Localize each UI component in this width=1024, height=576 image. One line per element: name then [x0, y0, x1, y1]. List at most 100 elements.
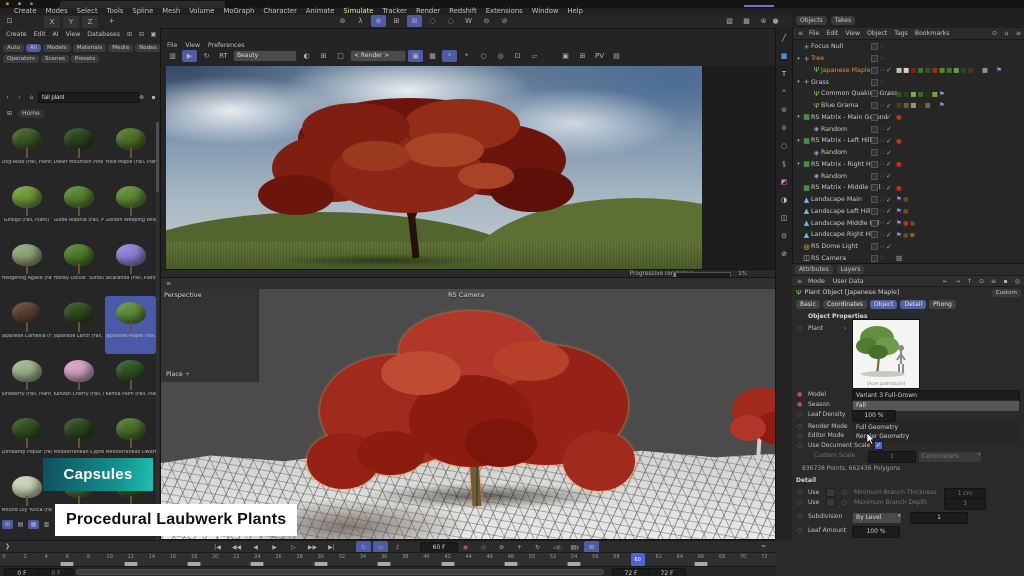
render-view-icon[interactable]: *: [442, 50, 457, 62]
filter-tab[interactable]: Media: [108, 44, 133, 52]
visibility-dots[interactable]: ::: [880, 114, 885, 120]
render-view-menu-item[interactable]: View: [185, 42, 200, 49]
object-tag[interactable]: ●: [903, 196, 909, 203]
enabled-check[interactable]: ✓: [886, 207, 892, 215]
anim-dot[interactable]: ○: [797, 442, 802, 449]
layer-checkbox[interactable]: [871, 231, 878, 238]
render-view-icon[interactable]: RT: [216, 50, 231, 62]
visibility-dots[interactable]: ::: [880, 44, 885, 50]
attr-hamburger-icon[interactable]: ≡: [794, 277, 805, 286]
maple-tree-viewport[interactable]: [301, 293, 641, 508]
visibility-dots[interactable]: ::: [880, 197, 885, 203]
attr-header-icon[interactable]: ←: [940, 277, 951, 286]
attr-header-icon[interactable]: ⊙: [976, 277, 987, 286]
anim-dot[interactable]: ○: [797, 499, 802, 506]
enabled-check[interactable]: ✓: [886, 196, 892, 204]
object-tag[interactable]: ●: [903, 220, 909, 227]
render-view-icon[interactable]: ▦: [425, 50, 440, 62]
camera-label[interactable]: RS Camera: [448, 291, 484, 299]
layer-checkbox[interactable]: [871, 173, 878, 180]
object-tag[interactable]: ■: [917, 91, 923, 98]
snapshot-icon[interactable]: ▤: [609, 50, 624, 62]
layer-checkbox[interactable]: [871, 220, 878, 227]
layout-tab-indicator[interactable]: [744, 5, 774, 7]
object-tag[interactable]: ■: [946, 67, 952, 74]
plant-asset-tile[interactable]: Juneberry (Fall, Plant): [1, 354, 52, 412]
palette-tool-icon[interactable]: *: [777, 86, 792, 98]
menu-item[interactable]: Tracker: [382, 8, 407, 15]
menu-item[interactable]: Volume: [189, 8, 214, 15]
object-tag[interactable]: ■: [925, 102, 931, 109]
palette-tool-icon[interactable]: ⊘: [777, 248, 792, 260]
visibility-dots[interactable]: ::: [880, 150, 885, 156]
timeline-ruler[interactable]: 0246810121416182022242628303234363840424…: [0, 552, 776, 567]
attr-header-icon[interactable]: ▪: [1000, 277, 1011, 286]
object-tag[interactable]: ■: [968, 67, 974, 74]
enabled-check[interactable]: ✓: [886, 172, 892, 180]
subdivision-field[interactable]: 1: [910, 512, 968, 524]
visibility-dots[interactable]: ::: [880, 91, 885, 97]
filter-tab[interactable]: All: [26, 44, 41, 52]
keyframe-dot[interactable]: ●: [797, 401, 802, 408]
visibility-dots[interactable]: ::: [880, 255, 885, 261]
plant-asset-tile[interactable]: Japanese Larch (Fall, Pl...: [53, 296, 104, 354]
object-row[interactable]: ▲ Landscape Right Hill :: ✓ ⚑●⊗: [795, 229, 1024, 241]
palette-tool-icon[interactable]: ◩: [777, 176, 792, 188]
object-tag[interactable]: ■: [989, 67, 995, 74]
object-tag[interactable]: ●: [896, 161, 902, 168]
visibility-dots[interactable]: ::: [880, 138, 885, 144]
om-menu-item[interactable]: Edit: [826, 30, 838, 37]
leaf-density-field[interactable]: 100 %: [852, 410, 896, 422]
object-row[interactable]: ◈ Random :: ✓: [795, 123, 1024, 135]
material-ball-icon[interactable]: ●: [768, 15, 783, 27]
perspective-viewport[interactable]: ≡ Plac: [160, 277, 776, 540]
range-start-field[interactable]: 0 F: [4, 568, 40, 576]
browser-nav-icon[interactable]: ‹: [2, 93, 13, 102]
object-tag[interactable]: ●: [910, 220, 916, 227]
attr-header-icon[interactable]: →: [952, 277, 963, 286]
layer-checkbox[interactable]: [871, 243, 878, 250]
attr-panel-tab[interactable]: Attributes: [795, 265, 833, 274]
panel-window-icon[interactable]: ⊟: [136, 30, 147, 39]
object-row[interactable]: ▾ ▦ RS Matrix - Main Ground :: ✓ ●: [795, 112, 1024, 124]
custom-button[interactable]: Custom: [992, 289, 1021, 297]
layer-checkbox[interactable]: [871, 102, 878, 109]
render-view-icon[interactable]: ○: [476, 50, 491, 62]
render-view-icon[interactable]: □: [333, 50, 348, 62]
expander-icon[interactable]: ▾: [795, 138, 802, 144]
filter-tab[interactable]: Operators: [3, 55, 39, 63]
render-view-menu-item[interactable]: Preferences: [208, 42, 244, 49]
attr-section-tab[interactable]: Coordinates: [823, 300, 867, 309]
palette-tool-icon[interactable]: ╱: [777, 32, 792, 44]
filter-tab[interactable]: Materials: [73, 44, 107, 52]
asset-browser-menu-item[interactable]: Create: [6, 31, 27, 38]
render-view-icon[interactable]: ▶: [182, 50, 197, 62]
object-row[interactable]: ▾ ▦ RS Matrix - Left Hill :: ✓ ●: [795, 135, 1024, 147]
object-tag[interactable]: ■: [932, 67, 938, 74]
attr-section-tab[interactable]: Object: [870, 300, 898, 309]
layer-checkbox[interactable]: [871, 79, 878, 86]
object-tag[interactable]: ●: [896, 185, 902, 192]
anim-dot[interactable]: ○: [797, 527, 802, 534]
layer-checkbox[interactable]: [871, 126, 878, 133]
visibility-dots[interactable]: ::: [880, 232, 885, 238]
search-input[interactable]: [38, 92, 140, 103]
visibility-dots[interactable]: ::: [880, 173, 885, 179]
object-label[interactable]: Grass: [811, 79, 829, 86]
menu-item[interactable]: Create: [14, 8, 37, 15]
menu-item[interactable]: Render: [416, 8, 440, 15]
simulate-toolbar-icon[interactable]: ⊕: [371, 15, 386, 27]
viewport-label[interactable]: Perspective: [164, 291, 202, 299]
place-tool-icon[interactable]: +: [185, 371, 190, 378]
object-tag[interactable]: ■: [932, 91, 938, 98]
om-menu-item[interactable]: Object: [867, 30, 887, 37]
object-row[interactable]: Ψ Blue Grama :: ✓ ■■■■■■⚑: [795, 100, 1024, 112]
playhead[interactable]: 60: [631, 553, 645, 566]
layer-checkbox[interactable]: [871, 67, 878, 74]
anim-dot[interactable]: ○: [797, 325, 802, 332]
undo-icon[interactable]: ⊡: [2, 15, 17, 27]
visibility-dots[interactable]: ::: [880, 161, 885, 167]
attr-section-tab[interactable]: Phong: [929, 300, 956, 309]
asset-browser-menu-item[interactable]: Databases: [87, 31, 120, 38]
anim-dot[interactable]: ○: [797, 411, 802, 418]
